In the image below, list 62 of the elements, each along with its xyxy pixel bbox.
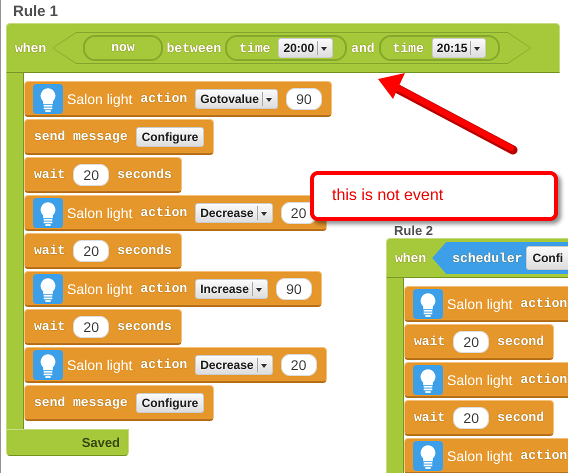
block-label: seconds [117,243,172,258]
time-dropdown[interactable]: 20:00 [278,38,334,58]
block-label: send message [34,395,128,410]
time-dropdown[interactable]: 20:15 [432,38,486,58]
lightbulb-icon [413,364,443,394]
message-button[interactable]: Configure [136,126,204,146]
block-label: when [395,250,426,266]
block-label: seconds [117,319,172,334]
block-label: time [392,40,424,56]
block-label: when [15,40,46,56]
number-field[interactable]: 20 [453,406,490,428]
callout-text: this is not event [332,187,444,205]
block-label: wait [414,334,446,349]
device-name: Salon light [67,280,132,296]
action-dropdown[interactable]: Increase [195,278,268,298]
action-dropdown[interactable]: Gotovalue [195,88,278,108]
lightbulb-icon [33,198,63,228]
device-name: Salon light [67,90,132,106]
block-label: action [140,357,188,372]
lightbulb-icon [33,274,63,304]
block-label: wait [34,319,66,334]
block-label: action [140,205,188,220]
block-label: seconds [117,167,172,182]
block-label: action [140,281,188,296]
message-button[interactable]: Configure [136,392,204,412]
block-label: and [351,40,375,56]
number-field[interactable]: 90 [276,278,312,300]
device-name: Salon light [67,356,132,372]
number-field[interactable]: 20 [280,354,317,376]
lightbulb-icon [413,440,443,470]
number-field[interactable]: 20 [453,330,490,352]
action-dropdown[interactable]: Decrease [195,354,273,374]
rule-title: Rule 1 [12,2,58,22]
device-name: Salon light [447,448,512,464]
block-label: between [166,40,222,56]
device-name: Salon light [447,296,512,312]
lightbulb-icon [413,288,443,318]
block-label: wait [414,410,446,425]
block-label: action [520,296,568,311]
device-name: Salon light [447,372,512,388]
block-label: action [520,448,568,463]
lightbulb-icon [33,350,63,380]
block-label: scheduler [452,250,522,266]
action-dropdown[interactable]: Decrease [195,202,273,222]
scheduler-dropdown[interactable]: Confi [526,246,568,270]
block-label: wait [34,243,66,258]
device-name: Salon light [67,204,132,220]
value-block: now [83,35,163,61]
block-label: wait [34,167,66,182]
number-field[interactable]: 20 [73,164,110,186]
block-label: action [520,372,568,387]
block-label: time [239,40,270,56]
block-label: action [140,91,188,106]
rule-title: Rule 2 [393,224,434,238]
block-label: second [497,334,544,349]
number-field[interactable]: 20 [73,316,110,338]
saved-label: Saved [6,429,129,456]
number-field[interactable]: 20 [73,240,110,262]
number-field[interactable]: 90 [286,88,322,110]
block-label: second [497,410,544,425]
block-label: send message [34,129,128,144]
lightbulb-icon [33,84,63,114]
